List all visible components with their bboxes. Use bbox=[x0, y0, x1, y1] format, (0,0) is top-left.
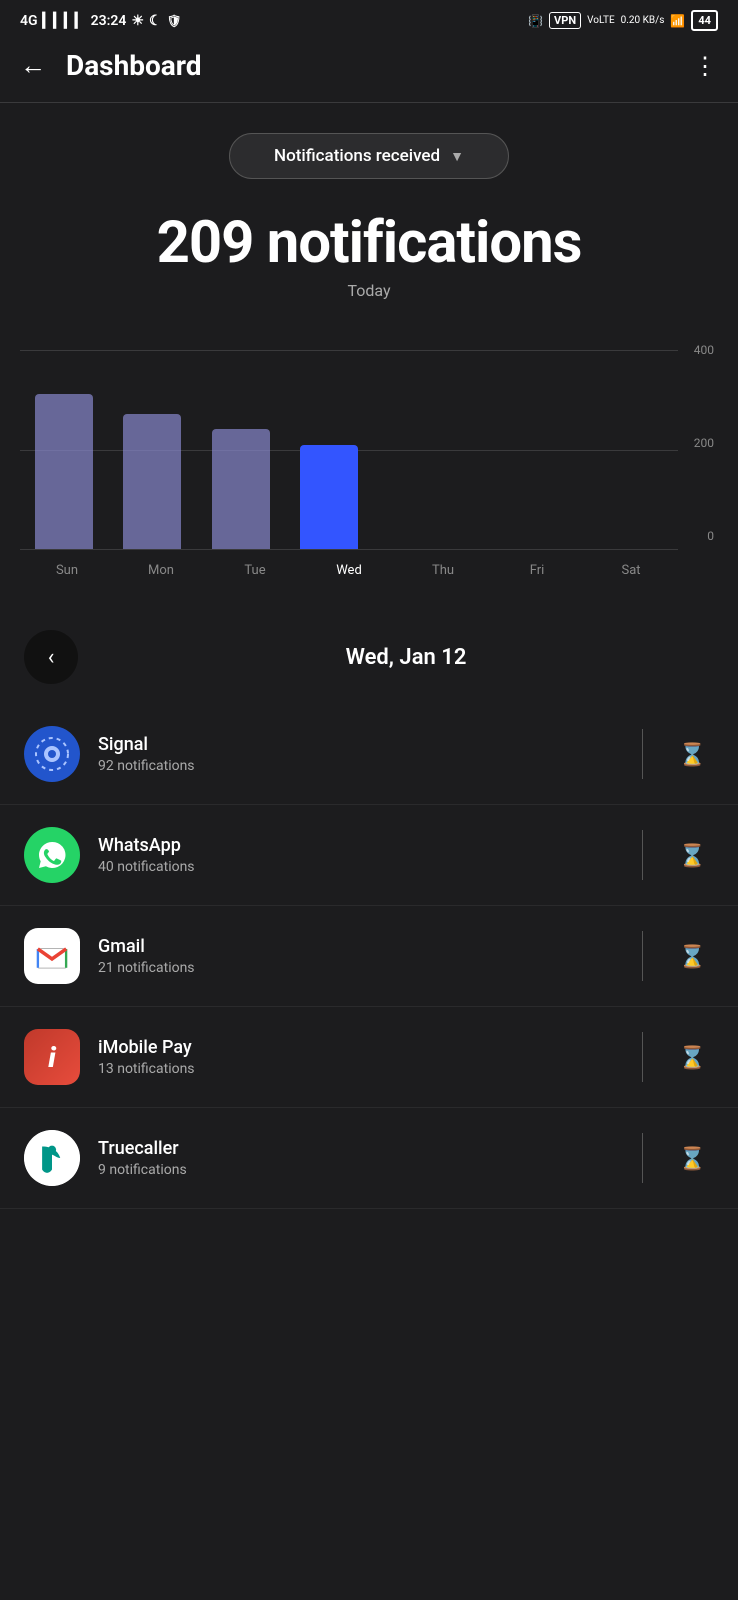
signal-action-button[interactable]: ⌛ bbox=[671, 739, 714, 769]
stats-period: Today bbox=[0, 281, 738, 300]
x-label-sun: Sun bbox=[20, 563, 114, 578]
gmail-app-name: Gmail bbox=[98, 936, 614, 957]
page-title: Dashboard bbox=[66, 49, 673, 82]
signal-app-icon bbox=[24, 726, 80, 782]
stats-section: 209 notifications Today bbox=[0, 209, 738, 300]
truecaller-app-icon bbox=[24, 1130, 80, 1186]
whatsapp-action-button[interactable]: ⌛ bbox=[671, 840, 714, 870]
whatsapp-app-name: WhatsApp bbox=[98, 835, 614, 856]
y-label-200: 200 bbox=[694, 436, 714, 450]
moon-icon: ☾ bbox=[149, 13, 162, 29]
y-label-400: 400 bbox=[694, 343, 714, 357]
bar-chart: 400 200 0 bbox=[20, 330, 718, 590]
notification-count: 209 notifications bbox=[0, 209, 738, 277]
imobile-divider bbox=[642, 1032, 643, 1082]
time-display: 23:24 bbox=[91, 13, 127, 29]
imobile-app-icon: i bbox=[24, 1029, 80, 1085]
x-label-mon: Mon bbox=[114, 563, 208, 578]
gmail-app-icon bbox=[24, 928, 80, 984]
chevron-down-icon: ▼ bbox=[450, 148, 464, 165]
signal-app-info: Signal 92 notifications bbox=[98, 734, 614, 774]
wifi-icon: 📶 bbox=[670, 14, 685, 28]
x-label-thu: Thu bbox=[396, 563, 490, 578]
more-options-button[interactable]: ⋮ bbox=[693, 52, 718, 80]
status-left: 4G ▎▎▎▎ 23:24 ☀ ☾ 🛡 bbox=[20, 13, 182, 29]
current-date: Wed, Jan 12 bbox=[98, 645, 714, 670]
truecaller-action-button[interactable]: ⌛ bbox=[671, 1143, 714, 1173]
list-item: Gmail 21 notifications ⌛ bbox=[0, 906, 738, 1007]
battery-box: 44 bbox=[691, 10, 718, 31]
list-item: Signal 92 notifications ⌛ bbox=[0, 704, 738, 805]
signal-app-name: Signal bbox=[98, 734, 614, 755]
hourglass-icon: ⌛ bbox=[679, 1147, 706, 1172]
whatsapp-app-icon bbox=[24, 827, 80, 883]
volte-text: VoLTE bbox=[587, 15, 615, 26]
gmail-action-button[interactable]: ⌛ bbox=[671, 941, 714, 971]
gmail-divider bbox=[642, 931, 643, 981]
imobile-notif-count: 13 notifications bbox=[98, 1061, 614, 1077]
date-navigation: ‹ Wed, Jan 12 bbox=[0, 620, 738, 694]
bar-sun bbox=[20, 394, 108, 549]
imobile-app-info: iMobile Pay 13 notifications bbox=[98, 1037, 614, 1077]
brightness-icon: ☀ bbox=[131, 13, 144, 29]
header: ← Dashboard ⋮ bbox=[0, 39, 738, 102]
whatsapp-notif-count: 40 notifications bbox=[98, 859, 614, 875]
dropdown-label: Notifications received bbox=[274, 146, 440, 166]
bar-mon bbox=[108, 414, 196, 549]
hourglass-icon: ⌛ bbox=[679, 844, 706, 869]
gmail-app-info: Gmail 21 notifications bbox=[98, 936, 614, 976]
bar-tue-fill bbox=[212, 429, 270, 549]
whatsapp-app-info: WhatsApp 40 notifications bbox=[98, 835, 614, 875]
x-label-sat: Sat bbox=[584, 563, 678, 578]
list-item: i iMobile Pay 13 notifications ⌛ bbox=[0, 1007, 738, 1108]
bar-tue bbox=[197, 429, 285, 549]
hourglass-icon: ⌛ bbox=[679, 743, 706, 768]
bar-sun-fill bbox=[35, 394, 93, 549]
truecaller-notif-count: 9 notifications bbox=[98, 1162, 614, 1178]
speed-text: 0.20 KB/s bbox=[621, 15, 665, 26]
notifications-type-dropdown[interactable]: Notifications received ▼ bbox=[229, 133, 509, 179]
prev-date-button[interactable]: ‹ bbox=[24, 630, 78, 684]
header-divider bbox=[0, 102, 738, 103]
imobile-app-name: iMobile Pay bbox=[98, 1037, 614, 1058]
truecaller-divider bbox=[642, 1133, 643, 1183]
status-bar: 4G ▎▎▎▎ 23:24 ☀ ☾ 🛡 📳 VPN VoLTE 0.20 KB/… bbox=[0, 0, 738, 39]
list-item: Truecaller 9 notifications ⌛ bbox=[0, 1108, 738, 1209]
signal-text: 4G bbox=[20, 13, 38, 29]
truecaller-app-name: Truecaller bbox=[98, 1138, 614, 1159]
back-button[interactable]: ← bbox=[20, 50, 46, 81]
signal-notif-count: 92 notifications bbox=[98, 758, 614, 774]
truecaller-app-info: Truecaller 9 notifications bbox=[98, 1138, 614, 1178]
x-label-tue: Tue bbox=[208, 563, 302, 578]
x-label-wed: Wed bbox=[302, 563, 396, 578]
bar-mon-fill bbox=[123, 414, 181, 549]
app-notification-list: Signal 92 notifications ⌛ WhatsApp 40 no… bbox=[0, 704, 738, 1209]
vibrate-icon: 📳 bbox=[528, 14, 543, 28]
x-label-fri: Fri bbox=[490, 563, 584, 578]
y-label-0: 0 bbox=[707, 529, 714, 543]
vpn-badge: VPN bbox=[549, 12, 581, 29]
hourglass-icon: ⌛ bbox=[679, 945, 706, 970]
list-item: WhatsApp 40 notifications ⌛ bbox=[0, 805, 738, 906]
hourglass-icon: ⌛ bbox=[679, 1046, 706, 1071]
signal-bars-icon: ▎▎▎▎ bbox=[43, 13, 86, 29]
shield-icon: 🛡 bbox=[167, 14, 182, 28]
status-right: 📳 VPN VoLTE 0.20 KB/s 📶 44 bbox=[528, 10, 718, 31]
gmail-notif-count: 21 notifications bbox=[98, 960, 614, 976]
bar-wed-fill bbox=[300, 445, 358, 549]
imobile-action-button[interactable]: ⌛ bbox=[671, 1042, 714, 1072]
signal-divider bbox=[642, 729, 643, 779]
bar-wed bbox=[285, 445, 373, 549]
whatsapp-divider bbox=[642, 830, 643, 880]
